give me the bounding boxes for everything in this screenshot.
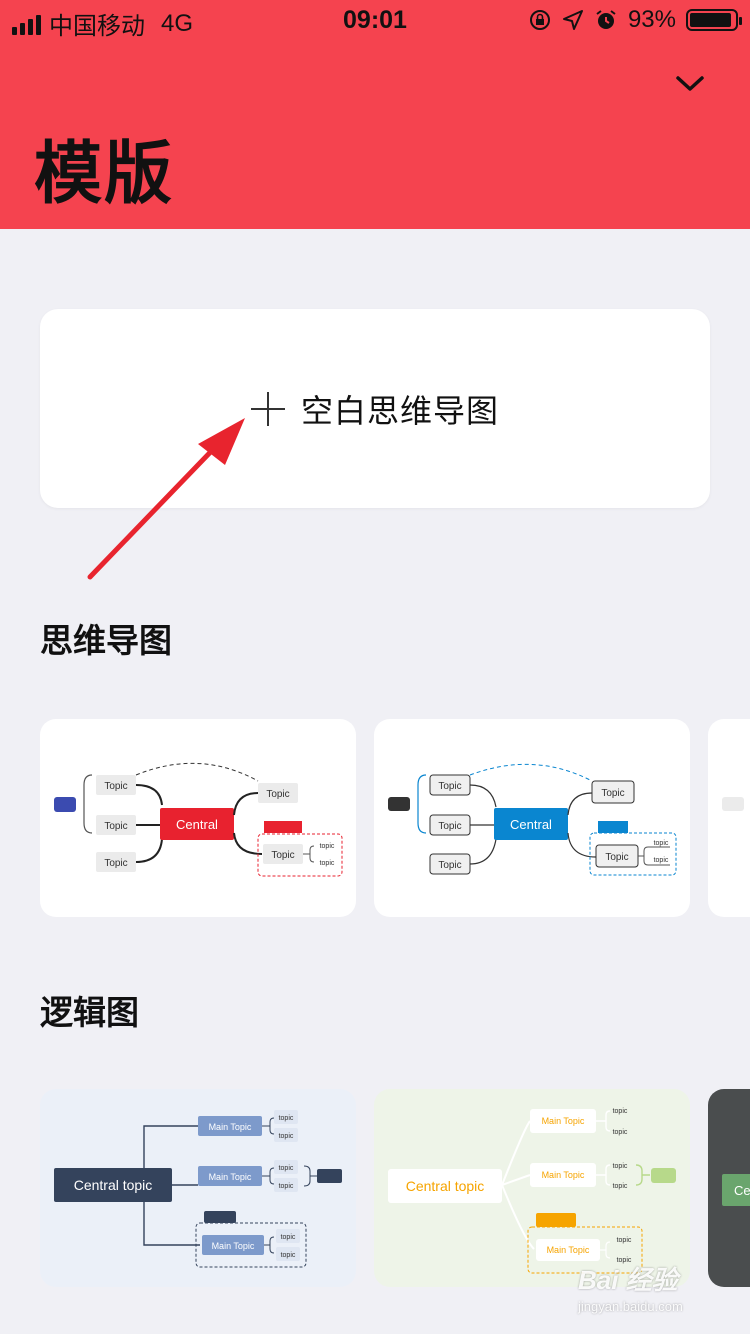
- template-card-mindmap-peek[interactable]: [708, 719, 750, 917]
- template-preview: Central topic Main Topic Main Topic topi…: [388, 1108, 676, 1274]
- subtopic-label: topic: [279, 1115, 294, 1122]
- template-card-logic-navy[interactable]: Central topic Main Topic Main Topic topi…: [40, 1089, 356, 1287]
- main-topic-label: Main Topic: [209, 1172, 252, 1182]
- subtopic-label: topic: [613, 1108, 628, 1115]
- main-topic-label: Main Topic: [547, 1245, 590, 1255]
- template-preview: Topic Topic Topic Central Topic Topic to…: [54, 762, 343, 877]
- battery-level: [690, 13, 731, 27]
- template-preview: [722, 797, 744, 811]
- battery-percent: 93%: [627, 6, 676, 33]
- subtopic-label: topic: [654, 857, 669, 864]
- template-card-mindmap-red[interactable]: Topic Topic Topic Central Topic Topic to…: [40, 719, 356, 917]
- template-card-logic-dark[interactable]: Ce: [708, 1089, 750, 1287]
- template-preview: Ce: [722, 1174, 750, 1206]
- central-label: Ce: [734, 1183, 750, 1198]
- chevron-down-icon[interactable]: [672, 66, 708, 102]
- main-topic-label: Main Topic: [212, 1241, 255, 1251]
- main-topic-label: Main Topic: [542, 1116, 585, 1126]
- subtopic-label: topic: [279, 1183, 294, 1190]
- header: 中国移动 4G 09:01 93% 模版: [0, 0, 750, 229]
- watermark: Bai 经验 jingyan.baidu.com: [578, 1260, 728, 1314]
- topic-label: Topic: [438, 781, 461, 792]
- page-title: 模版: [34, 136, 175, 212]
- topic-label: Topic: [104, 781, 127, 792]
- alarm-icon: [596, 10, 616, 29]
- topic-label: Topic: [104, 858, 127, 869]
- subtopic-label: topic: [281, 1252, 296, 1259]
- topic-label: Topic: [438, 860, 461, 871]
- subtopic-label: topic: [613, 1183, 628, 1190]
- central-label: Central: [176, 817, 218, 832]
- battery-icon: [686, 9, 742, 31]
- central-label: Central topic: [406, 1178, 485, 1194]
- subtopic-label: topic: [617, 1237, 632, 1244]
- subtopic-label: topic: [654, 840, 669, 847]
- plus-icon: [250, 391, 285, 426]
- subtopic-label: topic: [281, 1234, 296, 1241]
- subtopic-label: topic: [613, 1129, 628, 1136]
- subtopic-label: topic: [279, 1165, 294, 1172]
- subtopic-label: topic: [320, 843, 335, 850]
- topic-label: Topic: [266, 789, 289, 800]
- subtopic-label: topic: [320, 860, 335, 867]
- section-title-mindmap: 思维导图: [40, 622, 172, 659]
- status-bar: 中国移动 4G 09:01 93%: [0, 0, 750, 40]
- template-card-logic-amber[interactable]: Central topic Main Topic Main Topic topi…: [374, 1089, 690, 1287]
- subtopic-label: topic: [613, 1163, 628, 1170]
- watermark-logo: Bai 经验: [578, 1265, 678, 1295]
- template-card-mindmap-blue[interactable]: Topic Topic Topic Central Topic Topic to…: [374, 719, 690, 917]
- status-icons: 93%: [528, 6, 742, 34]
- main-topic-label: Main Topic: [209, 1122, 252, 1132]
- location-icon: [562, 10, 583, 30]
- main-topic-label: Main Topic: [542, 1170, 585, 1180]
- central-label: Central: [510, 817, 552, 832]
- topic-label: Topic: [271, 850, 294, 861]
- blank-mindmap-button[interactable]: 空白思维导图: [40, 309, 710, 508]
- template-preview: Topic Topic Topic Central Topic Topic to…: [388, 763, 677, 876]
- section-title-logic: 逻辑图: [40, 994, 139, 1031]
- watermark-url: jingyan.baidu.com: [578, 1299, 683, 1314]
- blank-mindmap-label: 空白思维导图: [300, 392, 499, 429]
- subtopic-label: topic: [279, 1133, 294, 1140]
- topic-label: Topic: [601, 788, 624, 799]
- rotation-lock-icon: [529, 10, 550, 30]
- topic-label: Topic: [605, 852, 628, 863]
- central-label: Central topic: [74, 1177, 153, 1193]
- topic-label: Topic: [104, 821, 127, 832]
- template-preview: Central topic Main Topic Main Topic topi…: [54, 1110, 342, 1268]
- topic-label: Topic: [438, 821, 461, 832]
